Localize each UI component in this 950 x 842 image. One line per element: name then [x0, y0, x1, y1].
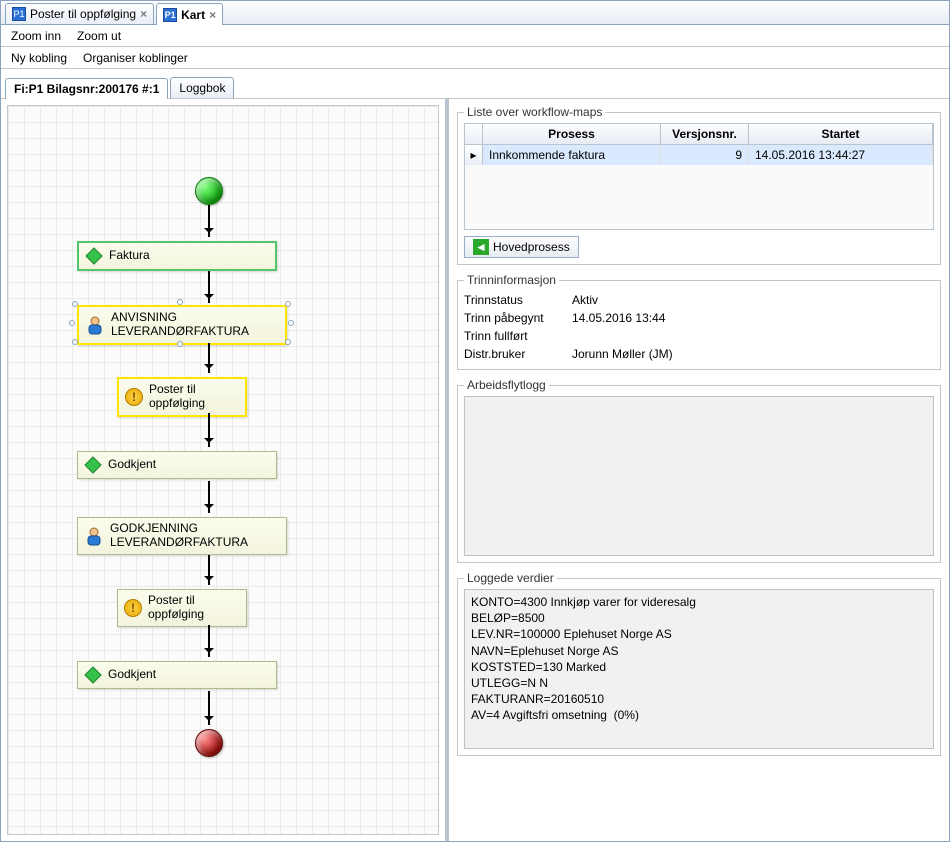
link-menubar: Ny kobling Organiser koblinger [1, 47, 949, 69]
button-label: Hovedprosess [493, 240, 570, 254]
app-p1-icon: P1 [163, 8, 177, 22]
workflow-log: Arbeidsflytlogg [457, 378, 941, 563]
node-label: Faktura [109, 249, 150, 263]
node-label: Godkjent [108, 668, 156, 682]
details-pane: Liste over workflow-maps Prosess Versjon… [449, 99, 949, 841]
close-icon[interactable]: × [140, 7, 147, 21]
resize-handle[interactable] [285, 301, 291, 307]
label-bruker: Distr.bruker [464, 347, 564, 361]
flow-arrow [208, 481, 210, 513]
label-pabegynt: Trinn påbegynt [464, 311, 564, 325]
flow-arrow [208, 205, 210, 237]
flow-arrow [208, 343, 210, 373]
label-fullfort: Trinn fullført [464, 329, 564, 343]
flow-arrow [208, 555, 210, 585]
close-icon[interactable]: × [209, 8, 216, 22]
end-node[interactable] [195, 729, 223, 757]
node-label: ANVISNING LEVERANDØRFAKTURA [111, 311, 249, 339]
grid-header: Prosess Versjonsnr. Startet [465, 124, 933, 145]
cell-version: 9 [661, 145, 749, 165]
sub-tab-label: Loggbok [179, 81, 225, 95]
tab-kart[interactable]: P1 Kart × [156, 3, 223, 25]
node-anvisning[interactable]: ANVISNING LEVERANDØRFAKTURA [77, 305, 287, 345]
logged-values-box[interactable]: KONTO=4300 Innkjøp varer for videresalg … [464, 589, 934, 749]
tab-label: Kart [181, 8, 205, 22]
workflow-map-list: Liste over workflow-maps Prosess Versjon… [457, 105, 941, 265]
grid-row[interactable]: ▸ Innkommende faktura 9 14.05.2016 13:44… [465, 145, 933, 165]
node-label: Poster til oppfølging [149, 383, 205, 411]
grid-empty-area [465, 165, 933, 229]
warning-icon: ! [124, 599, 142, 617]
flow-arrow [208, 413, 210, 447]
value-trinnstatus: Aktiv [572, 293, 598, 307]
person-icon [84, 526, 104, 546]
step-info: Trinninformasjon Trinnstatus Aktiv Trinn … [457, 273, 941, 370]
start-node[interactable] [195, 177, 223, 205]
sub-tabs: Fi:P1 Bilagsnr:200176 #:1 Loggbok [1, 75, 949, 99]
node-label: GODKJENNING LEVERANDØRFAKTURA [110, 522, 248, 550]
flow-arrow [208, 271, 210, 303]
flowchart: Faktura ANVISNING LEVERANDØRFAKTURA [7, 105, 439, 835]
diamond-icon [85, 247, 103, 265]
node-oppfolging-2[interactable]: ! Poster til oppfølging [117, 589, 247, 627]
logged-values: Loggede verdier KONTO=4300 Innkjøp varer… [457, 571, 941, 756]
flow-arrow [208, 691, 210, 725]
diamond-icon [84, 666, 102, 684]
node-faktura[interactable]: Faktura [77, 241, 277, 271]
node-label: Godkjent [108, 458, 156, 472]
node-oppfolging-1[interactable]: ! Poster til oppfølging [117, 377, 247, 417]
person-icon [85, 315, 105, 335]
cell-started: 14.05.2016 13:44:27 [749, 145, 933, 165]
zoom-menubar: Zoom inn Zoom ut [1, 25, 949, 47]
cell-process: Innkommende faktura [483, 145, 661, 165]
resize-handle[interactable] [72, 339, 78, 345]
resize-handle[interactable] [177, 299, 183, 305]
node-godkjent-1[interactable]: Godkjent [77, 451, 277, 479]
document-tabs: P1 Poster til oppfølging × P1 Kart × [1, 1, 949, 25]
sub-tab-loggbok[interactable]: Loggbok [170, 77, 234, 98]
zoom-in[interactable]: Zoom inn [7, 27, 65, 45]
resize-handle[interactable] [72, 301, 78, 307]
zoom-out[interactable]: Zoom ut [73, 27, 125, 45]
tab-poster-oppfolging[interactable]: P1 Poster til oppfølging × [5, 3, 154, 24]
fieldset-legend: Arbeidsflytlogg [464, 378, 549, 392]
fieldset-legend: Trinninformasjon [464, 273, 559, 287]
value-bruker: Jorunn Møller (JM) [572, 347, 673, 361]
new-link[interactable]: Ny kobling [7, 49, 71, 67]
flow-arrow [208, 625, 210, 657]
resize-handle[interactable] [288, 320, 294, 326]
sub-tab-label: Fi:P1 Bilagsnr:200176 #:1 [14, 82, 159, 96]
tab-label: Poster til oppfølging [30, 7, 136, 21]
col-header-process[interactable]: Prosess [483, 124, 661, 144]
sub-tab-record[interactable]: Fi:P1 Bilagsnr:200176 #:1 [5, 78, 168, 99]
app-p1-icon: P1 [12, 7, 26, 21]
value-pabegynt: 14.05.2016 13:44 [572, 311, 665, 325]
node-label: Poster til oppfølging [148, 594, 204, 622]
resize-handle[interactable] [177, 341, 183, 347]
col-header-started[interactable]: Startet [749, 124, 933, 144]
col-header-version[interactable]: Versjonsnr. [661, 124, 749, 144]
content: Faktura ANVISNING LEVERANDØRFAKTURA [1, 99, 949, 841]
workflow-log-box[interactable] [464, 396, 934, 556]
resize-handle[interactable] [285, 339, 291, 345]
diamond-icon [84, 456, 102, 474]
fieldset-legend: Liste over workflow-maps [464, 105, 605, 119]
resize-handle[interactable] [69, 320, 75, 326]
row-selector[interactable]: ▸ [465, 145, 483, 165]
label-trinnstatus: Trinnstatus [464, 293, 564, 307]
arrow-left-icon: ◄ [473, 239, 489, 255]
node-godkjenning[interactable]: GODKJENNING LEVERANDØRFAKTURA [77, 517, 287, 555]
row-selector-header [465, 124, 483, 144]
node-godkjent-2[interactable]: Godkjent [77, 661, 277, 689]
organise-links[interactable]: Organiser koblinger [79, 49, 192, 67]
warning-icon: ! [125, 388, 143, 406]
fieldset-legend: Loggede verdier [464, 571, 557, 585]
hovedprosess-button[interactable]: ◄ Hovedprosess [464, 236, 579, 258]
app-window: P1 Poster til oppfølging × P1 Kart × Zoo… [0, 0, 950, 842]
workflow-grid[interactable]: Prosess Versjonsnr. Startet ▸ Innkommend… [464, 123, 934, 230]
workflow-canvas[interactable]: Faktura ANVISNING LEVERANDØRFAKTURA [1, 99, 449, 841]
